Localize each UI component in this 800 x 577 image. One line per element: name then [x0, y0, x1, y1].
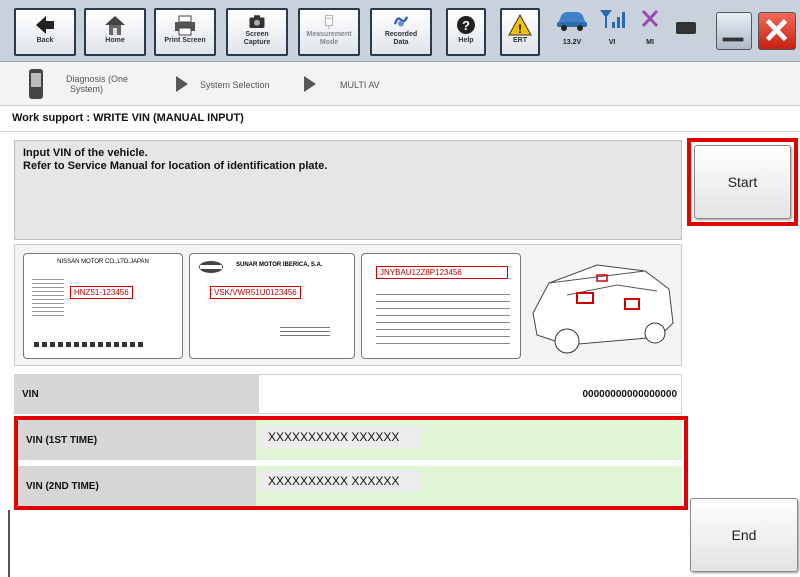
camera-icon [249, 15, 265, 28]
home-label: Home [105, 37, 125, 44]
vin-label: VIN [14, 374, 258, 414]
vin-current-value: 00000000000000000 [258, 374, 682, 414]
breadcrumb-arrow-icon [176, 76, 188, 92]
plate1-header: NISSAN MOTOR CO.,LTD.JAPAN [57, 259, 149, 265]
plate1-text-lines [32, 276, 64, 316]
breadcrumb-item1-line1: Diagnosis (One [66, 74, 129, 84]
minimize-button[interactable] [716, 12, 752, 50]
measurement-mode-button[interactable]: Measurement Mode [298, 8, 360, 56]
measurement-icon [324, 14, 334, 30]
plate2-text-lines [280, 324, 330, 338]
help-icon: ? [457, 16, 475, 34]
warning-icon: ! [508, 13, 532, 36]
capture-label-2: Capture [243, 39, 271, 46]
breadcrumb-system-selection[interactable]: System Selection [200, 80, 270, 90]
id-plate-iberica: SUNAR MOTOR IBERICA, S.A. VSK/VWR51U0123… [189, 253, 355, 359]
breadcrumb-diagnosis-one-system[interactable]: Diagnosis (One System) [66, 74, 128, 94]
vi-status: VI [598, 6, 626, 56]
vin-input-highlight [14, 416, 688, 510]
start-button[interactable]: Start [694, 145, 791, 219]
capture-label-1: Screen [245, 31, 269, 38]
plate2-header: SUNAR MOTOR IBERICA, S.A. [236, 262, 323, 268]
diagnosis-device-icon [29, 69, 43, 99]
disconnected-x-icon [641, 9, 659, 28]
page-title: Work support : WRITE VIN (MANUAL INPUT) [0, 108, 800, 132]
instruction-panel: Input VIN of the vehicle. Refer to Servi… [14, 140, 682, 240]
vin-plate-illustration: NISSAN MOTOR CO.,LTD.JAPAN HNZ51-123456 … [14, 244, 682, 366]
help-label: Help [458, 37, 474, 44]
breadcrumb-multi-av[interactable]: MULTI AV [340, 80, 380, 90]
help-button[interactable]: ? Help [446, 8, 486, 56]
home-button[interactable]: Home [84, 8, 146, 56]
plate3-text-lines [376, 288, 510, 350]
vehicle-vin-location-illustration [532, 264, 674, 354]
end-button[interactable]: End [690, 498, 798, 572]
mi-status: MI [636, 6, 664, 56]
breadcrumb-item1-line2: System) [70, 84, 104, 94]
svg-text:?: ? [462, 18, 470, 33]
id-plate-japan: NISSAN MOTOR CO.,LTD.JAPAN HNZ51-123456 [23, 253, 183, 359]
screen-capture-button[interactable]: Screen Capture [226, 8, 288, 56]
instruction-line-1: Input VIN of the vehicle. [23, 147, 148, 159]
battery-voltage-status: 13.2V [554, 6, 590, 56]
minimize-icon [722, 37, 744, 42]
recorded-data-button[interactable]: Recorded Data [370, 8, 432, 56]
vi-label: VI [608, 39, 616, 46]
plate3-vin: JNYBAU12Z8P123456 [376, 266, 508, 279]
back-arrow-icon [36, 16, 54, 34]
back-label: Back [36, 37, 54, 44]
signal-icon [600, 10, 625, 28]
nissan-logo-icon [199, 261, 223, 273]
breadcrumb-arrow-icon [304, 76, 316, 92]
plate1-vin: HNZ51-123456 [70, 286, 133, 299]
print-screen-label: Print Screen [164, 37, 206, 44]
instruction-line-2: Refer to Service Manual for location of … [23, 160, 328, 172]
id-plate-asia: JNYBAU12Z8P123456 [361, 253, 521, 359]
recorded-data-icon [393, 16, 409, 27]
plate2-vin: VSK/VWR51U0123456 [210, 286, 301, 299]
close-button[interactable] [758, 12, 796, 50]
recorded-label-1: Recorded [384, 31, 418, 38]
back-button[interactable]: Back [14, 8, 76, 56]
toolbar: Back Home Print Screen Screen Capture Me… [0, 0, 800, 62]
mi-label: MI [646, 39, 654, 46]
measurement-label-1: Measurement [306, 31, 352, 38]
recorded-label-2: Data [393, 39, 409, 46]
printer-icon [175, 15, 195, 36]
ert-label: ERT [513, 37, 527, 44]
svg-text:!: ! [518, 22, 522, 36]
breadcrumb: Diagnosis (One System) System Selection … [0, 62, 800, 106]
car-icon [557, 12, 587, 31]
measurement-label-2: Mode [319, 39, 339, 46]
voltage-label: 13.2V [562, 39, 582, 46]
print-screen-button[interactable]: Print Screen [154, 8, 216, 56]
close-icon [765, 18, 788, 42]
ert-button[interactable]: ! ERT [500, 8, 540, 56]
home-icon [105, 16, 125, 35]
scrollbar[interactable] [8, 510, 10, 577]
connector-icon [676, 22, 696, 34]
plate1-footer-text [34, 342, 144, 347]
